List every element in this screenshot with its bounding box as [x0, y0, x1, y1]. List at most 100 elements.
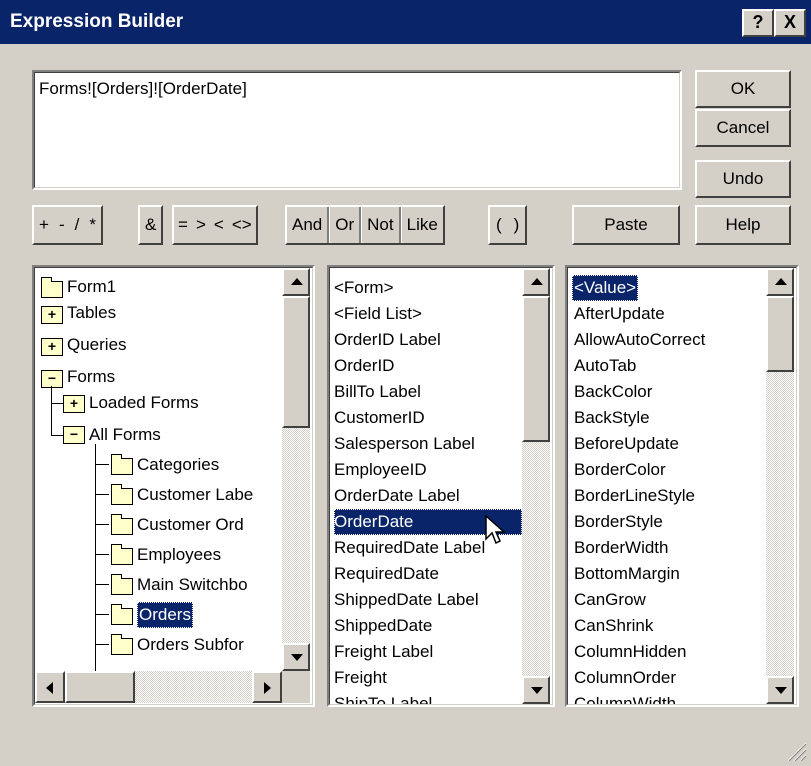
- resize-grip-icon[interactable]: [785, 740, 807, 762]
- tree-item-form1[interactable]: Form1: [67, 274, 116, 300]
- equals-operator[interactable]: =: [174, 207, 192, 243]
- tree-horizontal-scrollbar[interactable]: [35, 671, 282, 703]
- property-item[interactable]: BorderLineStyle: [574, 483, 695, 509]
- field-list[interactable]: <Form> <Field List> OrderID Label OrderI…: [327, 265, 555, 707]
- folder-icon: [111, 514, 133, 535]
- field-item[interactable]: <Field List>: [334, 301, 422, 327]
- field-item[interactable]: <Form>: [334, 275, 394, 301]
- field-vertical-scrollbar[interactable]: [522, 268, 550, 704]
- tree-item-orders[interactable]: Orders: [137, 602, 193, 628]
- tree-item-tables[interactable]: Tables: [67, 300, 116, 326]
- like-operator[interactable]: Like: [402, 207, 443, 243]
- tree-item-customer-orders[interactable]: Customer Ord: [137, 512, 244, 538]
- field-item[interactable]: ShippedDate: [334, 613, 432, 639]
- tree-item-main-switchboard[interactable]: Main Switchbo: [137, 572, 248, 598]
- scroll-thumb[interactable]: [766, 296, 794, 372]
- open-paren-operator[interactable]: (: [490, 207, 508, 243]
- help-button[interactable]: Help: [695, 205, 791, 245]
- tree-item-all-forms[interactable]: All Forms: [89, 422, 161, 448]
- operators-paren: ( ): [488, 205, 528, 245]
- plus-operator[interactable]: +: [34, 207, 54, 243]
- field-item[interactable]: EmployeeID: [334, 457, 427, 483]
- field-item[interactable]: Freight: [334, 665, 387, 691]
- scroll-thumb[interactable]: [522, 296, 550, 442]
- or-operator[interactable]: Or: [330, 207, 359, 243]
- property-list[interactable]: <Value> AfterUpdate AllowAutoCorrect Aut…: [565, 265, 799, 707]
- tree-vertical-scrollbar[interactable]: [282, 268, 310, 671]
- property-item-selected[interactable]: <Value>: [572, 275, 639, 301]
- property-item[interactable]: ColumnWidth: [574, 691, 676, 704]
- tree-item-categories[interactable]: Categories: [137, 452, 219, 478]
- property-item[interactable]: BorderWidth: [574, 535, 668, 561]
- property-item[interactable]: AllowAutoCorrect: [574, 327, 705, 353]
- object-tree[interactable]: Form1 + Tables + Queries − Forms + Loade…: [32, 265, 315, 707]
- property-item[interactable]: ColumnOrder: [574, 665, 676, 691]
- folder-icon: [111, 484, 133, 505]
- scroll-thumb[interactable]: [282, 296, 310, 428]
- close-paren-operator[interactable]: ): [508, 207, 526, 243]
- not-equal-operator[interactable]: <>: [228, 207, 256, 243]
- help-title-button[interactable]: ?: [742, 9, 774, 37]
- property-item[interactable]: BottomMargin: [574, 561, 680, 587]
- property-item[interactable]: BackColor: [574, 379, 652, 405]
- folder-minus-icon[interactable]: −: [63, 426, 85, 444]
- scroll-up-button[interactable]: [766, 268, 794, 296]
- field-item[interactable]: ShipTo Label: [334, 691, 432, 704]
- divide-operator[interactable]: /: [70, 207, 85, 243]
- not-operator[interactable]: Not: [362, 207, 398, 243]
- up-arrow-icon: [291, 278, 303, 285]
- scroll-up-button[interactable]: [282, 268, 310, 296]
- cancel-button[interactable]: Cancel: [695, 109, 791, 147]
- scroll-down-button[interactable]: [766, 676, 794, 704]
- property-item[interactable]: AutoTab: [574, 353, 636, 379]
- less-operator[interactable]: <: [210, 207, 228, 243]
- concat-operator[interactable]: &: [140, 207, 161, 243]
- folder-plus-icon[interactable]: +: [41, 338, 63, 356]
- scroll-thumb[interactable]: [65, 671, 135, 703]
- field-item[interactable]: BillTo Label: [334, 379, 421, 405]
- tree-item-employees[interactable]: Employees: [137, 542, 221, 568]
- field-item[interactable]: RequiredDate: [334, 561, 439, 587]
- property-item[interactable]: CanGrow: [574, 587, 646, 613]
- field-item[interactable]: RequiredDate Label: [334, 535, 485, 561]
- field-item[interactable]: CustomerID: [334, 405, 425, 431]
- field-item[interactable]: Freight Label: [334, 639, 433, 665]
- greater-operator[interactable]: >: [192, 207, 210, 243]
- undo-button[interactable]: Undo: [695, 160, 791, 198]
- tree-item-orders-subform[interactable]: Orders Subfor: [137, 632, 244, 658]
- scroll-down-button[interactable]: [282, 643, 310, 671]
- multiply-operator[interactable]: *: [84, 207, 101, 243]
- scroll-down-button[interactable]: [522, 676, 550, 704]
- scroll-left-button[interactable]: [35, 671, 65, 703]
- field-item[interactable]: OrderID Label: [334, 327, 441, 353]
- folder-plus-icon[interactable]: +: [63, 395, 85, 413]
- tree-item-forms[interactable]: Forms: [67, 364, 115, 390]
- scroll-right-button[interactable]: [252, 671, 282, 703]
- close-button[interactable]: X: [774, 9, 806, 37]
- scroll-up-button[interactable]: [522, 268, 550, 296]
- field-item[interactable]: OrderDate Label: [334, 483, 460, 509]
- paste-button[interactable]: Paste: [572, 205, 680, 245]
- property-item[interactable]: CanShrink: [574, 613, 653, 639]
- field-item[interactable]: Salesperson Label: [334, 431, 475, 457]
- folder-minus-icon[interactable]: −: [41, 370, 63, 388]
- property-item[interactable]: ColumnHidden: [574, 639, 686, 665]
- property-item[interactable]: AfterUpdate: [574, 301, 665, 327]
- property-item[interactable]: BeforeUpdate: [574, 431, 679, 457]
- tree-item-loaded-forms[interactable]: Loaded Forms: [89, 390, 199, 416]
- tree-item-queries[interactable]: Queries: [67, 332, 127, 358]
- property-item[interactable]: BackStyle: [574, 405, 650, 431]
- folder-icon: [41, 277, 63, 298]
- undo-label: Undo: [722, 169, 764, 188]
- property-item[interactable]: BorderColor: [574, 457, 666, 483]
- tree-item-customer-labels[interactable]: Customer Labe: [137, 482, 253, 508]
- field-item[interactable]: ShippedDate Label: [334, 587, 479, 613]
- property-item[interactable]: BorderStyle: [574, 509, 663, 535]
- field-item[interactable]: OrderID: [334, 353, 394, 379]
- minus-operator[interactable]: -: [54, 207, 70, 243]
- property-vertical-scrollbar[interactable]: [766, 268, 794, 704]
- ok-button[interactable]: OK: [695, 70, 791, 108]
- folder-plus-icon[interactable]: +: [41, 306, 63, 324]
- expression-box[interactable]: Forms![Orders]![OrderDate]: [32, 70, 682, 190]
- and-operator[interactable]: And: [287, 207, 327, 243]
